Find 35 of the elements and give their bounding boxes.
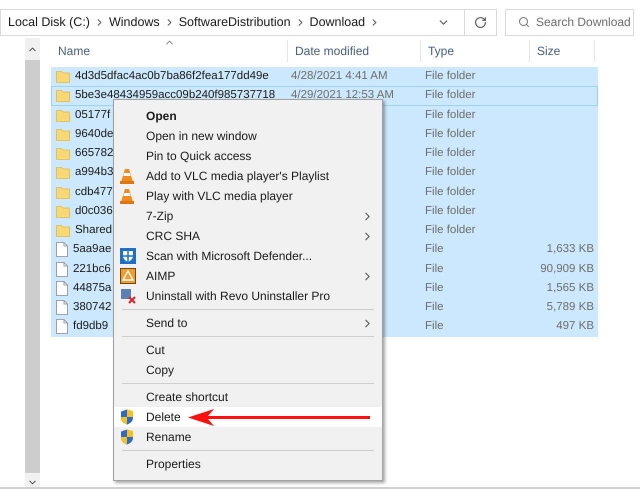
file-size: 1,565 KB xyxy=(546,282,594,294)
file-type: File xyxy=(425,262,444,274)
file-type: File xyxy=(425,301,444,313)
file-size: 1,633 KB xyxy=(546,243,594,256)
file-name: 5aa9ae xyxy=(73,242,112,258)
file-name: 4d3d5dfac4ac0b7ba86f2fea177dd49e xyxy=(75,69,269,84)
file-size: 5,789 KB xyxy=(546,301,594,313)
file-name: 380742 xyxy=(73,300,112,315)
date-modified: 4/28/2021 4:41 AM xyxy=(291,70,388,82)
file-name: d0c036 xyxy=(75,204,113,219)
file-type: File xyxy=(425,282,444,294)
file-name: 665782 xyxy=(75,146,114,161)
file-name: cdb477 xyxy=(75,184,113,200)
file-name: 05177f xyxy=(75,108,110,122)
file-type: File folder xyxy=(425,186,476,198)
file-name: a994b3 xyxy=(75,165,114,180)
file-type: File xyxy=(425,243,444,256)
file-name: Shared xyxy=(75,223,112,238)
file-type: File xyxy=(425,320,444,332)
file-name: 44875a xyxy=(73,280,112,296)
file-type: File folder xyxy=(425,166,476,178)
file-name: fd9db9 xyxy=(73,319,108,334)
file-type: File folder xyxy=(425,89,476,102)
file-size: 90,909 KB xyxy=(540,262,594,274)
file-type: File folder xyxy=(425,108,476,120)
date-modified: 4/29/2021 12:53 AM xyxy=(291,89,394,102)
file-type: File folder xyxy=(425,128,476,140)
file-type: File folder xyxy=(425,70,476,82)
file-name: 221bc6 xyxy=(73,262,111,276)
file-name: 9640de xyxy=(75,126,114,142)
file-type: File folder xyxy=(425,204,476,217)
file-size: 497 KB xyxy=(556,320,594,332)
file-type: File folder xyxy=(425,147,476,159)
file-type: File folder xyxy=(425,224,476,236)
file-name: 5be3e48434959acc09b240f985737718 xyxy=(75,88,276,104)
